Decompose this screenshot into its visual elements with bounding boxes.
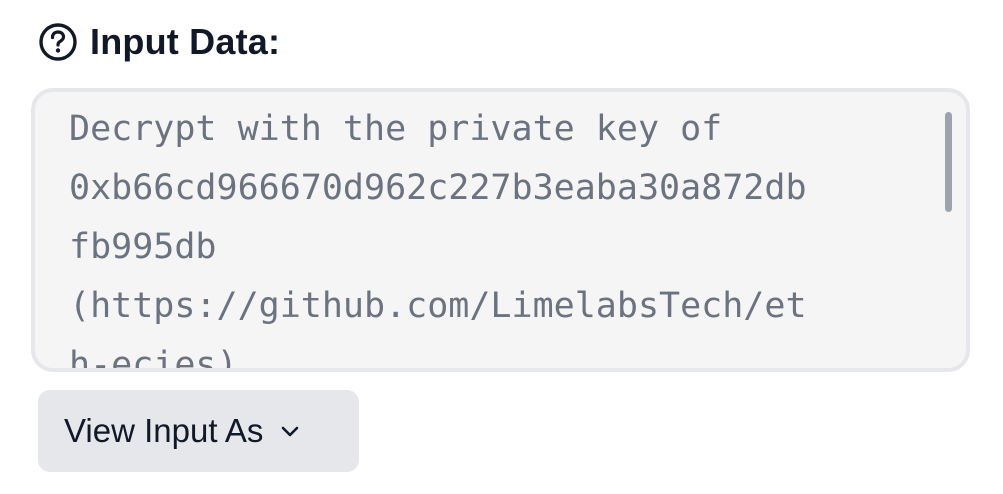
view-input-as-label: View Input As (64, 412, 264, 449)
input-line: fb995db (69, 227, 217, 267)
input-data-label-row: Input Data: (38, 18, 280, 66)
chevron-down-icon (279, 420, 301, 442)
input-line: 0xb66cd966670d962c227b3eaba30a872db (69, 168, 807, 208)
input-line: (https://github.com/LimelabsTech/et (69, 286, 807, 326)
input-data-label: Input Data: (90, 21, 281, 62)
input-line: Decrypt with the private key of (69, 109, 723, 149)
scrollbar-thumb[interactable] (945, 112, 952, 212)
input-data-panel: Input Data: Decrypt with the private key… (0, 0, 1003, 494)
input-data-textarea[interactable]: Decrypt with the private key of 0xb66cd96… (31, 88, 970, 372)
input-line: h-ecies) (69, 345, 238, 372)
question-circle-icon[interactable] (38, 22, 78, 62)
input-data-text[interactable]: Decrypt with the private key of 0xb66cd96… (69, 100, 929, 372)
view-input-as-button[interactable]: View Input As (38, 390, 359, 472)
